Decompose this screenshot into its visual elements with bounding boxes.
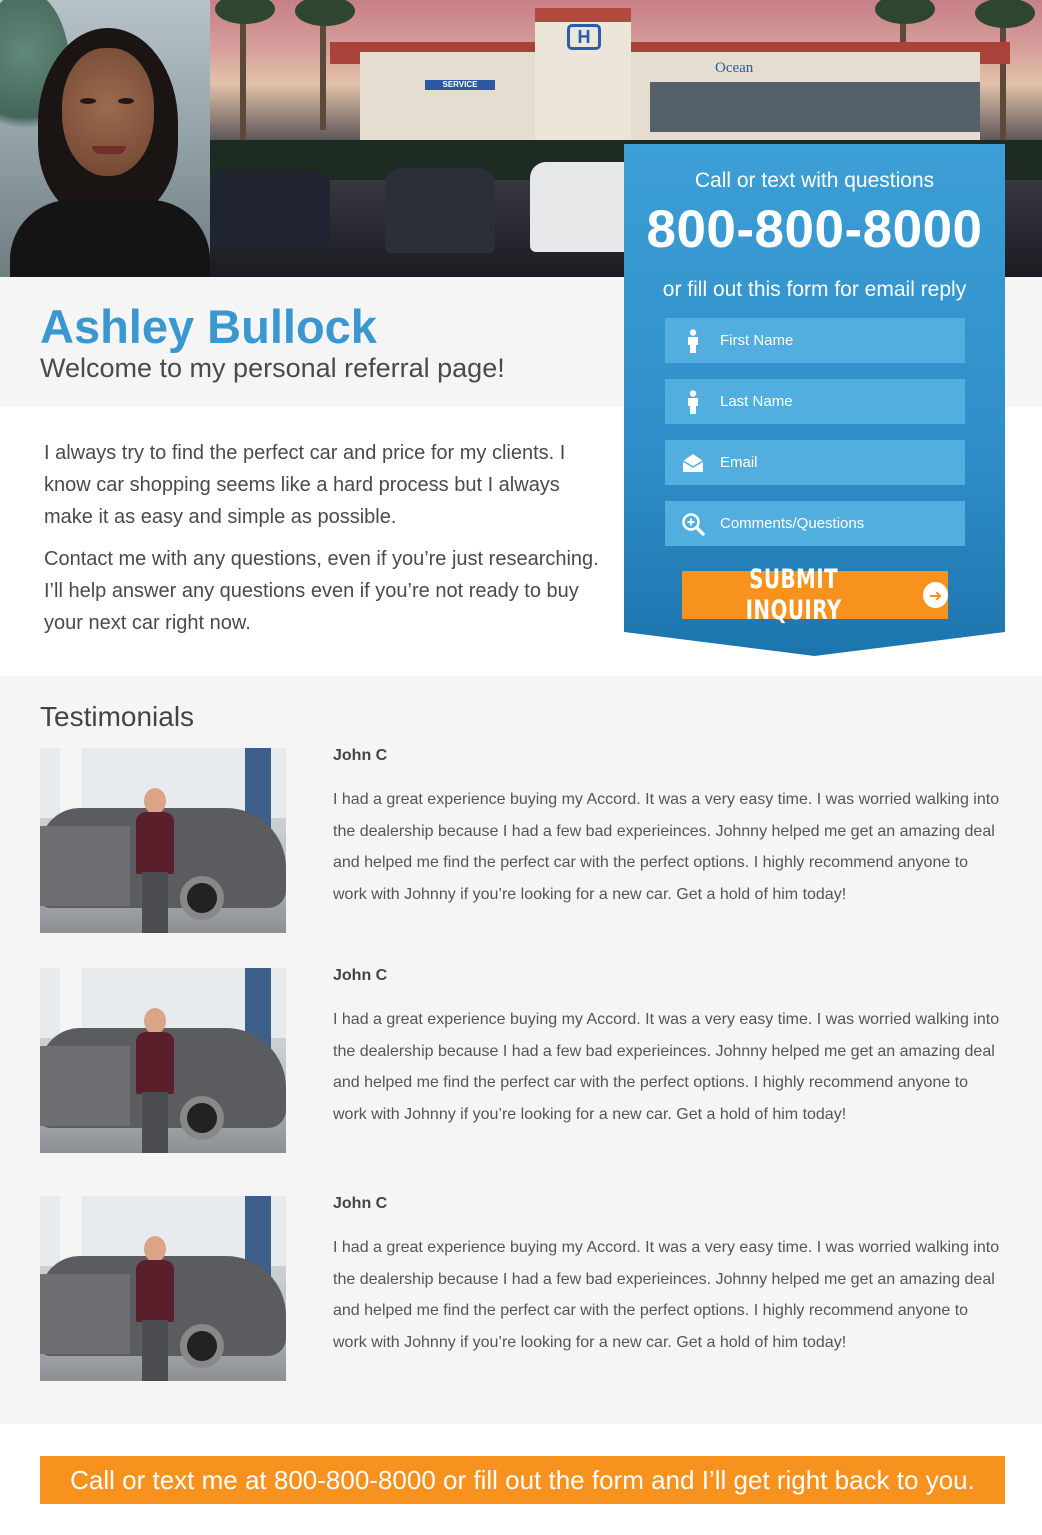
phone-number[interactable]: 800-800-8000 [624,199,1005,260]
bio-paragraph: I always try to find the perfect car and… [44,442,566,528]
magnifier-plus-icon [665,501,720,546]
bio-paragraph: Contact me with any questions, even if y… [44,548,599,634]
comments-field[interactable]: Comments/Questions [665,501,965,546]
testimonial-text: I had a great experience buying my Accor… [333,1011,1000,1123]
arrow-circle-right-icon: ➜ [923,582,948,608]
testimonial-text: I had a great experience buying my Accor… [333,1239,1000,1351]
inquiry-form: Call or text with questions 800-800-8000… [624,144,1005,656]
testimonial-author: John C [333,1195,388,1212]
submit-inquiry-button[interactable]: SUBMIT INQUIRY ➜ [682,564,948,626]
footer-cta-banner[interactable]: Call or text me at 800-800-8000 or fill … [40,1456,1005,1504]
agent-name: Ashley Bullock [40,300,377,353]
email-placeholder: Email [720,454,758,471]
service-sign: SERVICE [425,80,495,90]
agent-portrait [0,0,210,277]
welcome-message: Welcome to my personal referral page! [40,353,505,383]
last-name-field[interactable]: Last Name [665,379,965,424]
submit-label: SUBMIT INQUIRY [745,564,842,626]
first-name-placeholder: First Name [720,332,794,349]
envelope-icon [665,440,720,485]
last-name-placeholder: Last Name [720,393,793,410]
email-field[interactable]: Email [665,440,965,485]
testimonials-title: Testimonials [40,701,195,732]
dealer-sign: Ocean [715,60,754,76]
customer-photo [40,1196,286,1381]
person-icon [665,379,720,424]
person-icon [665,318,720,363]
customer-photo [40,748,286,933]
form-subheading: or fill out this form for email reply [662,278,967,301]
testimonial-author: John C [333,747,388,764]
customer-photo [40,968,286,1153]
brand-logo: H [567,24,601,50]
testimonial-text: I had a great experience buying my Accor… [333,791,1000,903]
agent-bio: I always try to find the perfect car and… [44,437,604,649]
form-heading: Call or text with questions [694,169,935,192]
testimonial-author: John C [333,967,388,984]
comments-placeholder: Comments/Questions [720,515,865,532]
first-name-field[interactable]: First Name [665,318,965,363]
